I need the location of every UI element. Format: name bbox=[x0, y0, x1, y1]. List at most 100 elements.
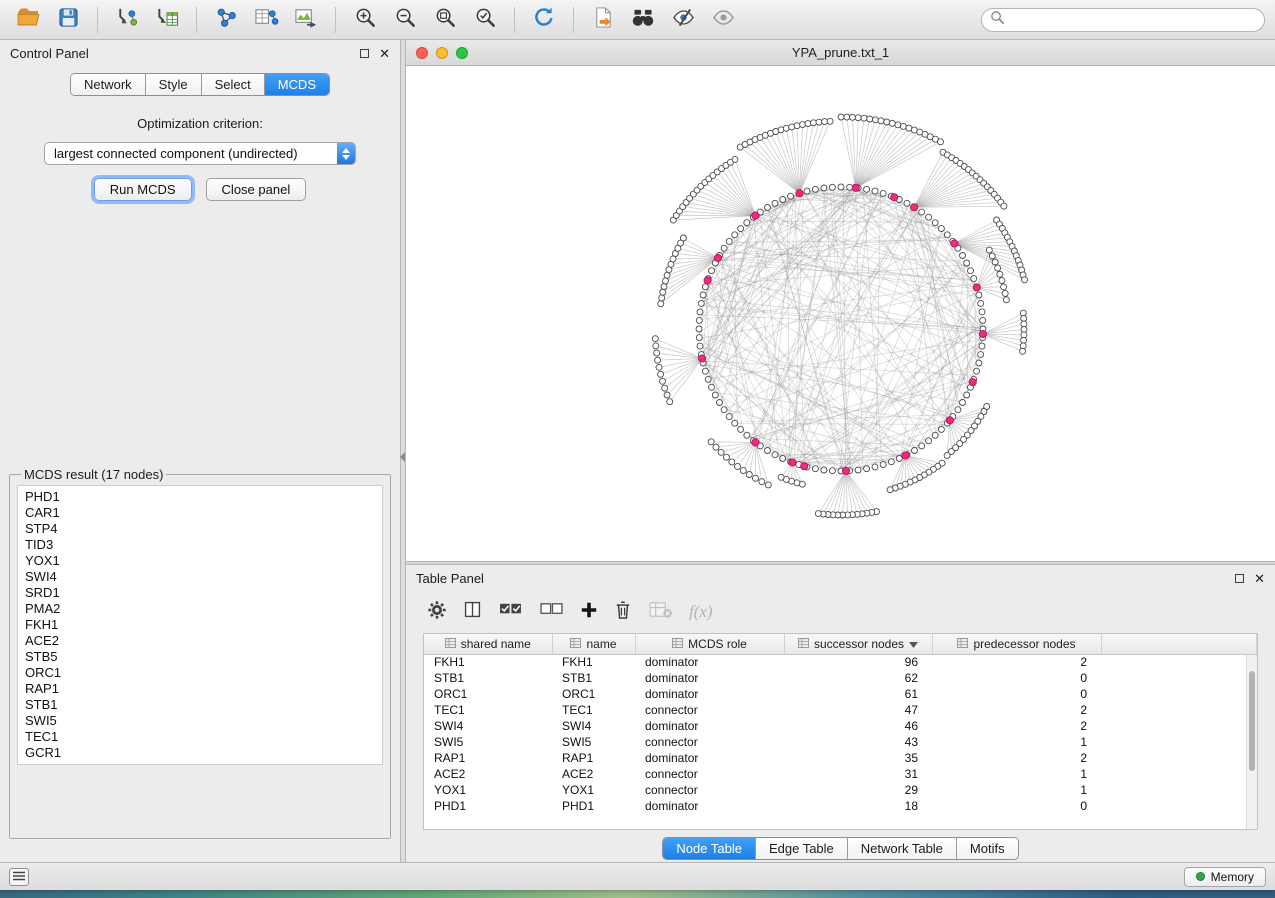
table-cell[interactable]: 62 bbox=[784, 670, 932, 686]
search-box[interactable] bbox=[981, 8, 1265, 32]
mcds-result-item[interactable]: PHD1 bbox=[20, 489, 380, 505]
table-cell[interactable]: SWI5 bbox=[424, 734, 552, 750]
open-session-button[interactable] bbox=[10, 5, 46, 35]
column-header-shared-name[interactable]: shared name bbox=[424, 634, 552, 654]
preview-button[interactable] bbox=[705, 5, 741, 35]
table-cell[interactable]: YOX1 bbox=[424, 782, 552, 798]
table-cell[interactable]: RAP1 bbox=[552, 750, 635, 766]
deselect-all-button[interactable] bbox=[539, 600, 564, 624]
network-window-titlebar[interactable]: YPA_prune.txt_1 bbox=[406, 40, 1275, 66]
mcds-result-item[interactable]: ORC1 bbox=[20, 665, 380, 681]
table-cell[interactable]: dominator bbox=[635, 670, 784, 686]
table-cell[interactable]: TEC1 bbox=[424, 702, 552, 718]
table-cell[interactable]: 18 bbox=[784, 798, 932, 814]
float-panel-icon[interactable] bbox=[1235, 574, 1244, 583]
table-cell[interactable]: 31 bbox=[784, 766, 932, 782]
table-cell[interactable]: connector bbox=[635, 734, 784, 750]
table-cell[interactable]: connector bbox=[635, 702, 784, 718]
table-cell[interactable]: 1 bbox=[932, 766, 1101, 782]
tab-network-table[interactable]: Network Table bbox=[848, 838, 957, 859]
table-cell[interactable]: 43 bbox=[784, 734, 932, 750]
table-cell[interactable]: 2 bbox=[932, 702, 1101, 718]
table-cell[interactable]: 96 bbox=[784, 654, 932, 670]
search-input[interactable] bbox=[1010, 13, 1256, 27]
table-cell[interactable]: 29 bbox=[784, 782, 932, 798]
table-cell[interactable]: 46 bbox=[784, 718, 932, 734]
tab-motifs[interactable]: Motifs bbox=[957, 838, 1018, 859]
task-history-button[interactable] bbox=[9, 868, 29, 886]
table-cell[interactable]: connector bbox=[635, 782, 784, 798]
column-header-successor-nodes[interactable]: successor nodes bbox=[784, 634, 932, 654]
show-columns-button[interactable] bbox=[463, 600, 482, 624]
float-panel-icon[interactable] bbox=[360, 49, 369, 58]
close-panel-icon[interactable]: ✕ bbox=[379, 47, 390, 60]
column-header-name[interactable]: name bbox=[552, 634, 635, 654]
mcds-result-item[interactable]: CAR1 bbox=[20, 505, 380, 521]
network-from-table-button[interactable] bbox=[248, 5, 284, 35]
close-panel-button[interactable]: Close panel bbox=[206, 178, 307, 201]
table-cell[interactable]: 47 bbox=[784, 702, 932, 718]
criterion-select[interactable]: largest connected component (undirected) bbox=[44, 142, 356, 165]
table-cell[interactable]: 0 bbox=[932, 686, 1101, 702]
mcds-result-item[interactable]: STB5 bbox=[20, 649, 380, 665]
export-image-button[interactable] bbox=[288, 5, 324, 35]
table-cell[interactable]: YOX1 bbox=[552, 782, 635, 798]
table-cell[interactable]: STB1 bbox=[552, 670, 635, 686]
table-cell[interactable]: 1 bbox=[932, 782, 1101, 798]
mcds-result-item[interactable]: TEC1 bbox=[20, 729, 380, 745]
mcds-result-item[interactable]: RAP1 bbox=[20, 681, 380, 697]
column-header-predecessor-nodes[interactable]: predecessor nodes bbox=[932, 634, 1101, 654]
close-panel-icon[interactable]: ✕ bbox=[1254, 572, 1265, 585]
mcds-result-item[interactable]: YOX1 bbox=[20, 553, 380, 569]
table-cell[interactable]: 61 bbox=[784, 686, 932, 702]
table-cell[interactable]: FKH1 bbox=[552, 654, 635, 670]
table-cell[interactable]: ACE2 bbox=[424, 766, 552, 782]
mcds-result-item[interactable]: FKH1 bbox=[20, 617, 380, 633]
table-cell[interactable]: TEC1 bbox=[552, 702, 635, 718]
tab-style[interactable]: Style bbox=[146, 74, 202, 95]
tab-edge-table[interactable]: Edge Table bbox=[756, 838, 848, 859]
mcds-result-item[interactable]: SWI5 bbox=[20, 713, 380, 729]
tab-network[interactable]: Network bbox=[71, 74, 146, 95]
zoom-in-button[interactable] bbox=[347, 5, 383, 35]
table-cell[interactable]: connector bbox=[635, 766, 784, 782]
zoom-out-button[interactable] bbox=[387, 5, 423, 35]
table-cell[interactable]: dominator bbox=[635, 654, 784, 670]
mcds-result-item[interactable]: SWI4 bbox=[20, 569, 380, 585]
table-cell[interactable]: PHD1 bbox=[424, 798, 552, 814]
hide-columns-button[interactable] bbox=[648, 600, 673, 624]
mcds-result-item[interactable]: GCR1 bbox=[20, 745, 380, 761]
table-cell[interactable]: ORC1 bbox=[552, 686, 635, 702]
table-cell[interactable]: 1 bbox=[932, 734, 1101, 750]
table-cell[interactable]: dominator bbox=[635, 750, 784, 766]
zoom-selected-button[interactable] bbox=[467, 5, 503, 35]
mcds-result-item[interactable]: TID3 bbox=[20, 537, 380, 553]
mcds-result-item[interactable]: SRD1 bbox=[20, 585, 380, 601]
export-network-button[interactable] bbox=[585, 5, 621, 35]
save-session-button[interactable] bbox=[50, 5, 86, 35]
scrollbar-thumb[interactable] bbox=[1249, 671, 1255, 771]
function-builder-button[interactable]: f(x) bbox=[689, 602, 713, 622]
tab-mcds[interactable]: MCDS bbox=[265, 74, 329, 95]
search-network-button[interactable] bbox=[625, 5, 661, 35]
memory-button[interactable]: Memory bbox=[1184, 867, 1266, 887]
table-cell[interactable]: RAP1 bbox=[424, 750, 552, 766]
table-cell[interactable]: SWI4 bbox=[552, 718, 635, 734]
tab-select[interactable]: Select bbox=[202, 74, 265, 95]
table-cell[interactable]: dominator bbox=[635, 718, 784, 734]
select-all-button[interactable] bbox=[498, 600, 523, 624]
table-cell[interactable]: 0 bbox=[932, 670, 1101, 686]
table-cell[interactable]: 2 bbox=[932, 654, 1101, 670]
network-canvas[interactable] bbox=[406, 66, 1275, 561]
table-cell[interactable]: FKH1 bbox=[424, 654, 552, 670]
mcds-result-item[interactable]: ACE2 bbox=[20, 633, 380, 649]
table-cell[interactable]: dominator bbox=[635, 686, 784, 702]
mcds-result-item[interactable]: PMA2 bbox=[20, 601, 380, 617]
table-cell[interactable]: SWI4 bbox=[424, 718, 552, 734]
delete-column-button[interactable] bbox=[614, 600, 632, 625]
table-cell[interactable]: ORC1 bbox=[424, 686, 552, 702]
run-mcds-button[interactable]: Run MCDS bbox=[94, 178, 192, 201]
refresh-layout-button[interactable] bbox=[526, 5, 562, 35]
show-hide-button[interactable] bbox=[665, 5, 701, 35]
table-cell[interactable]: 2 bbox=[932, 750, 1101, 766]
